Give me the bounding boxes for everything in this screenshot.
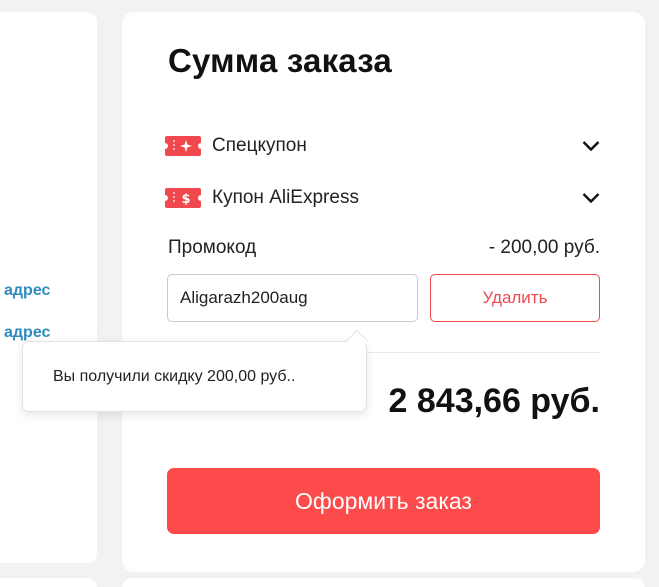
address-link-1[interactable]: адрес	[4, 282, 50, 300]
order-summary-panel: Сумма заказа Спецкупон $ Купон AliExpres…	[122, 12, 645, 572]
special-coupon-row[interactable]: Спецкупон	[165, 132, 601, 160]
special-coupon-label: Спецкупон	[212, 135, 307, 156]
page-title: Сумма заказа	[168, 42, 392, 79]
order-total: 2 843,66 руб.	[388, 382, 600, 420]
tooltip-text: Вы получили скидку 200,00 руб..	[53, 367, 296, 385]
left-bottom-card	[0, 578, 97, 587]
delete-promo-button[interactable]: Удалить	[430, 274, 600, 322]
address-link-2[interactable]: адрес	[4, 324, 50, 342]
address-card-lower	[0, 405, 97, 563]
aliexpress-coupon-row[interactable]: $ Купон AliExpress	[165, 184, 601, 212]
promo-discount-value: - 200,00 руб.	[488, 237, 600, 258]
next-card	[122, 578, 645, 587]
promo-code-label: Промокод	[168, 237, 257, 258]
promo-code-input[interactable]	[167, 274, 418, 322]
aliexpress-coupon-icon: $	[165, 188, 201, 208]
aliexpress-coupon-label: Купон AliExpress	[212, 187, 359, 208]
discount-tooltip: Вы получили скидку 200,00 руб..	[22, 329, 369, 412]
chevron-down-icon[interactable]	[581, 188, 601, 208]
svg-text:$: $	[181, 192, 190, 207]
special-coupon-icon	[165, 136, 201, 156]
checkout-button[interactable]: Оформить заказ	[167, 468, 600, 534]
chevron-down-icon[interactable]	[581, 136, 601, 156]
